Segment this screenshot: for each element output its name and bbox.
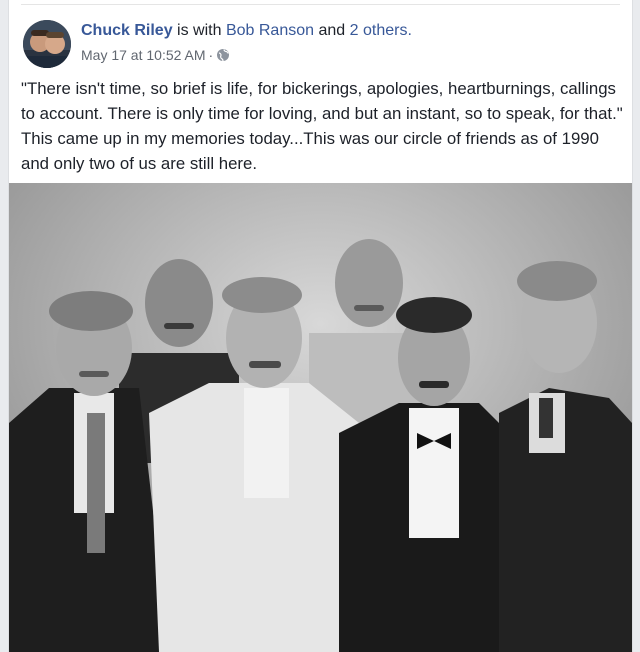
post-card: Chuck Riley is with Bob Ranson and 2 oth… [8, 0, 633, 652]
with-text: is with [177, 22, 222, 39]
meta-separator: · [208, 47, 214, 63]
timestamp-link[interactable]: May 17 at 10:52 AM [81, 47, 206, 63]
post-photo[interactable] [9, 183, 632, 652]
post-header: Chuck Riley is with Bob Ranson and 2 oth… [81, 22, 412, 40]
tagged-person-link[interactable]: Bob Ranson [226, 22, 314, 39]
globe-icon[interactable] [216, 48, 230, 62]
and-text: and [318, 22, 346, 39]
avatar-photo-icon [23, 20, 71, 68]
author-link[interactable]: Chuck Riley [81, 22, 173, 39]
others-link[interactable]: 2 others. [350, 22, 412, 39]
divider [21, 4, 620, 5]
post-text: "There isn't time, so brief is life, for… [21, 79, 623, 173]
group-photo-image [9, 183, 632, 652]
post-meta: May 17 at 10:52 AM · [81, 47, 230, 63]
avatar[interactable] [23, 20, 71, 68]
